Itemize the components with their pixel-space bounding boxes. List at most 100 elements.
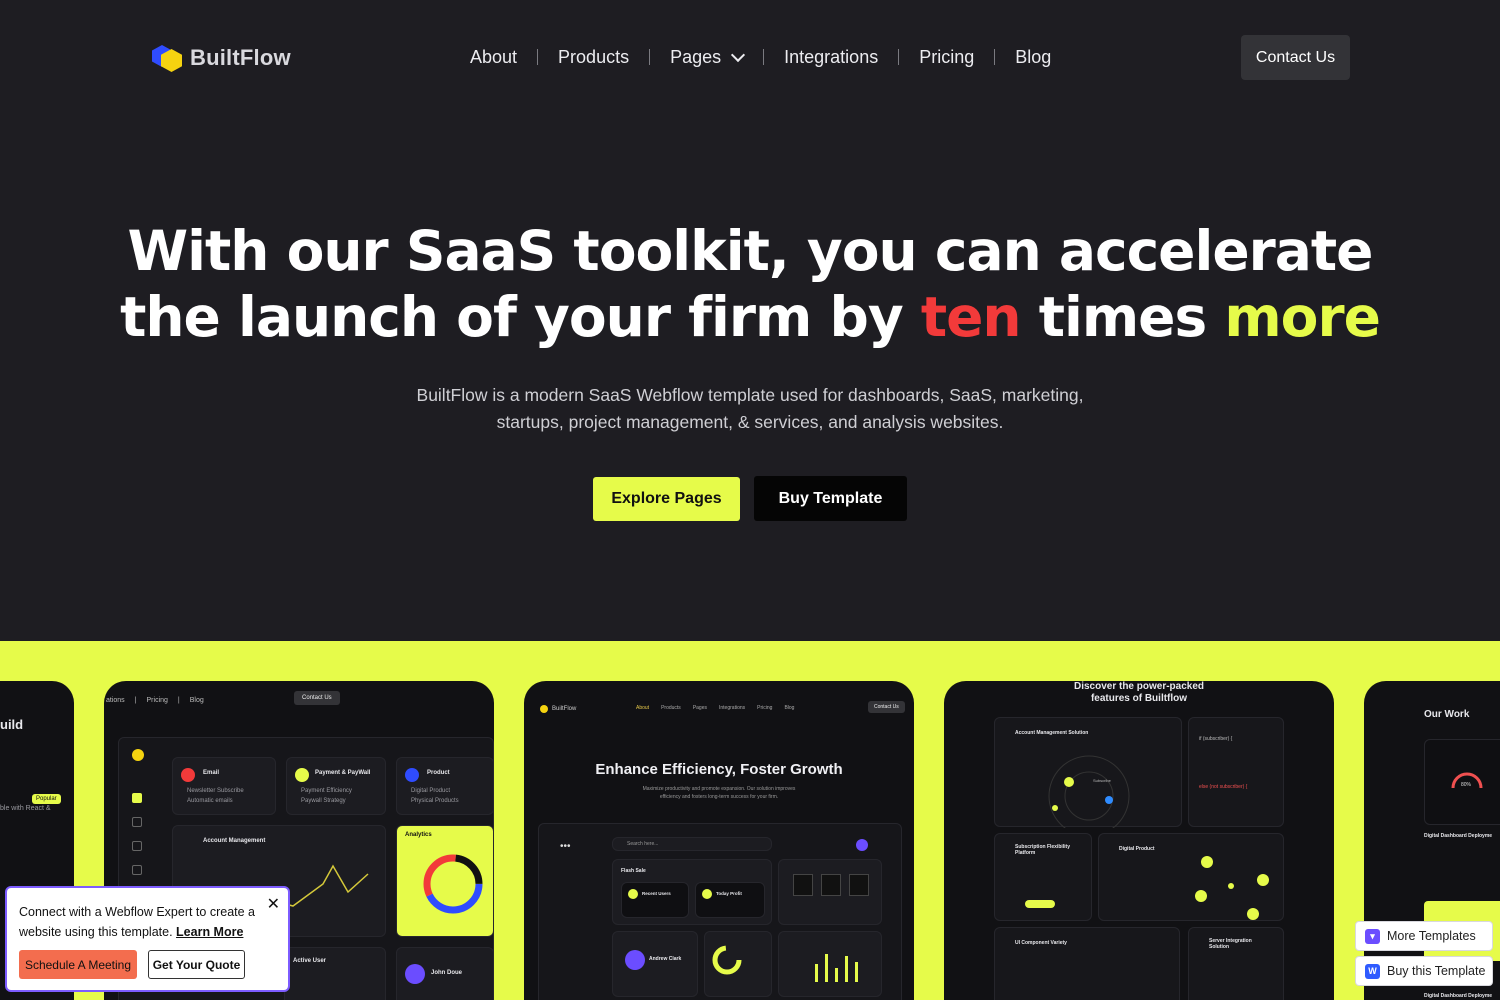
profile-name: John Doue bbox=[431, 970, 462, 976]
nav-divider bbox=[994, 49, 996, 65]
donut-chart bbox=[423, 854, 483, 914]
nav-about[interactable]: About bbox=[470, 47, 517, 68]
tile-line: Automatic emails bbox=[187, 798, 233, 804]
nav-divider bbox=[537, 49, 539, 65]
feature-panel: Subscription Flexibility Platform bbox=[994, 833, 1092, 921]
hero-title-line1: With our SaaS toolkit, you can accelerat… bbox=[127, 219, 1374, 283]
nav-divider bbox=[649, 49, 651, 65]
showcase-card[interactable]: Discover the power-packed features of Bu… bbox=[944, 681, 1334, 1000]
feature-tile: Product Digital Product Physical Product… bbox=[396, 757, 494, 815]
card-nav: ations | Pricing | Blog bbox=[106, 697, 204, 704]
card-nav-item: Products bbox=[661, 705, 681, 711]
contact-us-button[interactable]: Contact Us bbox=[1241, 35, 1350, 80]
card-nav: About Products Pages Integrations Pricin… bbox=[636, 705, 794, 711]
panel-title: Flash Sale bbox=[621, 868, 646, 874]
avatar bbox=[856, 839, 868, 851]
tile-line: Digital Product bbox=[411, 788, 451, 794]
panel-title: Active User bbox=[293, 958, 327, 964]
tile-title: Payment & PayWall bbox=[315, 770, 371, 776]
buy-template-button[interactable]: Buy Template bbox=[754, 476, 907, 521]
get-quote-button[interactable]: Get Your Quote bbox=[148, 950, 245, 979]
orbit-graphic bbox=[1048, 755, 1130, 828]
payment-icon bbox=[295, 768, 309, 782]
card-contact-button: Contact Us bbox=[294, 691, 340, 705]
feature-panel: Digital Product bbox=[1098, 833, 1284, 921]
profit-icon bbox=[702, 889, 712, 899]
close-icon[interactable]: ✕ bbox=[267, 894, 280, 914]
work-caption: Digital Dashboard Deployme bbox=[1424, 993, 1493, 999]
popular-badge: Popular bbox=[32, 794, 61, 804]
expert-popup: Connect with a Webflow Expert to create … bbox=[5, 886, 290, 992]
learn-more-link[interactable]: Learn More bbox=[176, 925, 243, 939]
mini-search: Search here... bbox=[612, 837, 772, 851]
tile-line: Newsletter Subscribe bbox=[187, 788, 244, 794]
chevron-down-icon bbox=[731, 47, 746, 62]
stat-title: Recent Users bbox=[642, 891, 671, 896]
stat-tile: Recent Users bbox=[621, 882, 689, 918]
hero-title-line2a: the launch of your firm by bbox=[120, 285, 921, 349]
profile-panel: Andrew Clark bbox=[612, 931, 698, 997]
network-graphic bbox=[1195, 856, 1269, 920]
buy-this-template-label: Buy this Template bbox=[1387, 964, 1486, 978]
nav-blog[interactable]: Blog bbox=[1015, 47, 1051, 68]
profile-name: Andrew Clark bbox=[649, 956, 682, 962]
nav-integrations[interactable]: Integrations bbox=[784, 47, 878, 68]
tile-title: Product bbox=[427, 770, 450, 776]
card-nav-item: Blog bbox=[784, 705, 795, 711]
card-brand: BuiltFlow bbox=[540, 705, 576, 713]
card-heading: Discover the power-packed features of Bu… bbox=[1073, 681, 1205, 704]
schedule-meeting-button[interactable]: Schedule A Meeting bbox=[19, 950, 137, 979]
product-icon bbox=[405, 768, 419, 782]
work-thumb: 80% bbox=[1424, 739, 1500, 825]
showcase-card[interactable]: Our Work 80% Digital Dashboard Deployme … bbox=[1364, 681, 1500, 1000]
card-nav-item: Integrations bbox=[719, 705, 746, 711]
page-icon bbox=[132, 865, 142, 875]
card-nav-item: Pages bbox=[692, 705, 707, 711]
tile-line: Paywall Strategy bbox=[301, 798, 346, 804]
feature-tile: Payment & PayWall Payment Efficiency Pay… bbox=[286, 757, 386, 815]
bar-panel bbox=[778, 931, 882, 997]
navbar: BuiltFlow About Products Pages Integrati… bbox=[0, 0, 1500, 115]
email-icon bbox=[181, 768, 195, 782]
work-caption: Digital Dashboard Deployme bbox=[1424, 833, 1493, 839]
nav-pages-label: Pages bbox=[670, 46, 722, 67]
page-icon bbox=[132, 817, 142, 827]
explore-pages-button[interactable]: Explore Pages bbox=[593, 477, 740, 521]
buy-this-template-badge[interactable]: W Buy this Template bbox=[1355, 956, 1493, 986]
subscribe-label: Subscribe bbox=[1093, 778, 1111, 783]
stat-tile: Today Profit bbox=[695, 882, 765, 918]
nav-pricing[interactable]: Pricing bbox=[919, 47, 974, 68]
logo[interactable]: BuiltFlow bbox=[152, 43, 291, 73]
mini-search-placeholder: Search here... bbox=[627, 841, 659, 847]
profile-thumb bbox=[793, 874, 813, 896]
more-templates-badge[interactable]: ▾ More Templates bbox=[1355, 921, 1493, 951]
hero-title-highlight-lime: more bbox=[1224, 285, 1381, 349]
analytics-panel: Analytics bbox=[396, 825, 494, 937]
mini-logo-icon bbox=[540, 705, 548, 713]
hero-title-highlight-red: ten bbox=[920, 285, 1022, 349]
nav-products[interactable]: Products bbox=[558, 47, 629, 68]
webflow-logo-icon: W bbox=[1365, 963, 1380, 979]
grid-icon bbox=[132, 793, 142, 803]
feature-panel: UI Component Variety bbox=[994, 927, 1180, 1000]
code-line: if (subscriber) { bbox=[1199, 736, 1233, 742]
profiles-panel bbox=[778, 859, 882, 925]
card-brand-name: BuiltFlow bbox=[552, 706, 577, 712]
card-subheading: Maximize productivity and promote expans… bbox=[642, 786, 796, 800]
more-icon: ••• bbox=[560, 841, 571, 852]
card-heading: Enhance Efficiency, Foster Growth bbox=[595, 761, 843, 778]
hero-title-line2b: times bbox=[1020, 285, 1225, 349]
card-contact-button: Contact Us bbox=[868, 701, 905, 713]
users-icon bbox=[628, 889, 638, 899]
card-heading: Our Work bbox=[1424, 709, 1470, 720]
nav-pages[interactable]: Pages bbox=[670, 46, 746, 68]
card-text: ble with React & bbox=[0, 805, 51, 812]
card-nav-item: About bbox=[636, 705, 650, 711]
card-nav-item: ations bbox=[106, 697, 125, 704]
feature-panel: Account Management Solution Subscribe bbox=[994, 717, 1182, 828]
card-nav-item: Pricing bbox=[146, 697, 168, 704]
showcase-card[interactable]: BuiltFlow About Products Pages Integrati… bbox=[524, 681, 914, 1000]
panel-title: UI Component Variety bbox=[1015, 940, 1067, 946]
popup-text: Connect with a Webflow Expert to create … bbox=[19, 902, 259, 942]
code-line: else (not subscriber) { bbox=[1199, 784, 1248, 790]
